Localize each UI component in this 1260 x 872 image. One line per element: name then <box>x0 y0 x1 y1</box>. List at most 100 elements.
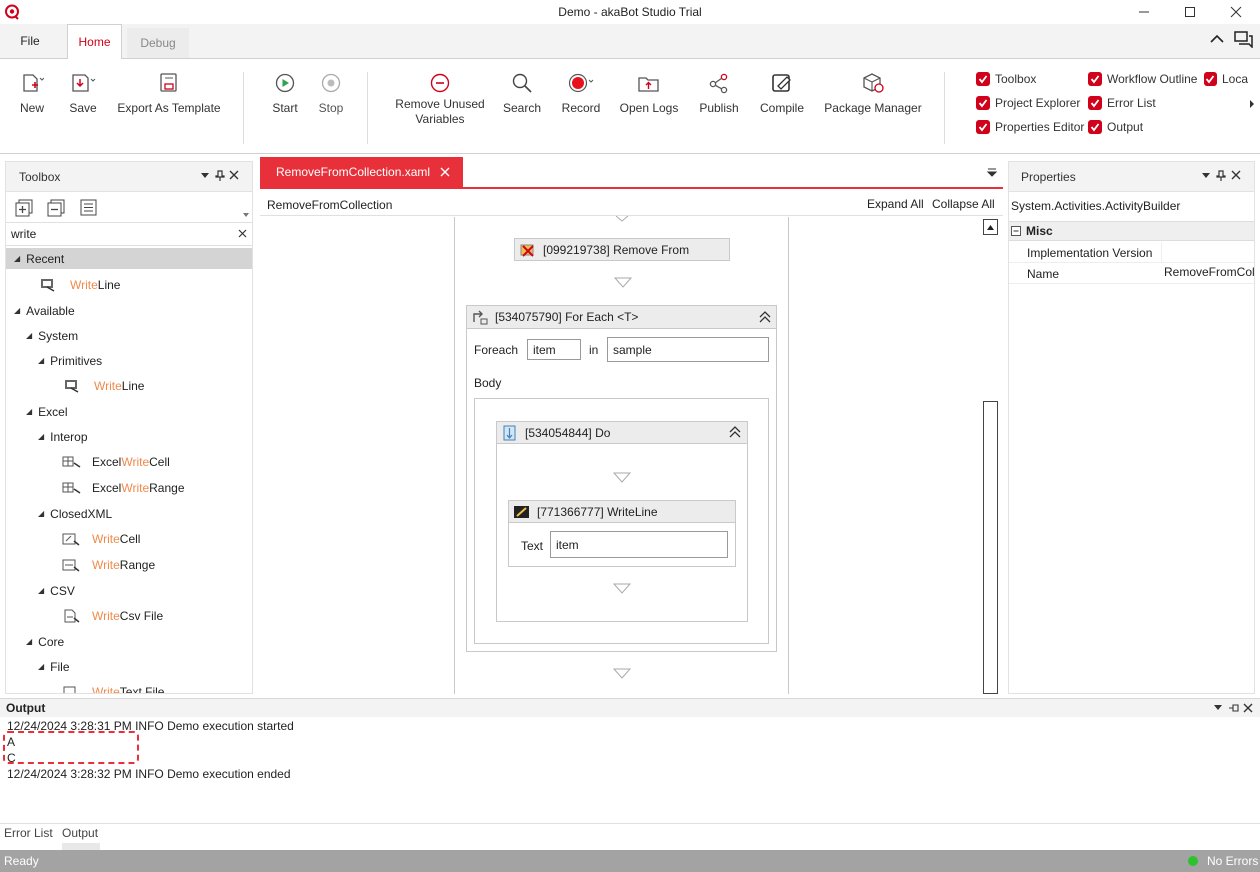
new-button[interactable]: New <box>16 70 48 116</box>
tree-available[interactable]: ◢ Available <box>14 301 75 321</box>
toggle-locals[interactable]: Loca <box>1204 72 1248 86</box>
output-panel: Output 12/24/2024 3:28:31 PM INFO Demo e… <box>0 698 1260 823</box>
toolbox-search-input[interactable]: write <box>6 222 252 246</box>
expand-all-icon[interactable] <box>15 199 33 217</box>
collapse-ribbon-icon[interactable] <box>1210 34 1224 44</box>
toolbox-panel: Toolbox write ◢ Recent Write Line ◢ Availab… <box>5 161 253 694</box>
remove-unused-variables-button[interactable]: Remove Unused Variables <box>392 70 488 127</box>
scroll-up-button[interactable] <box>983 219 998 235</box>
tab-error-list[interactable]: Error List <box>4 826 53 840</box>
panel-menu-icon[interactable] <box>201 173 209 179</box>
panel-menu-icon[interactable] <box>1214 705 1222 711</box>
expanded-triangle-icon: ◢ <box>26 637 33 646</box>
toggle-toolbox-label: Toolbox <box>995 72 1037 86</box>
tree-file[interactable]: ◢ File <box>38 657 70 677</box>
text-file-icon <box>62 685 82 693</box>
tree-primitives[interactable]: ◢ Primitives <box>38 351 102 371</box>
export-as-template-button[interactable]: Export As Template <box>116 70 222 116</box>
collapse-all-link[interactable]: Collapse All <box>932 197 995 211</box>
foreach-title-bar[interactable]: [534075790] For Each <T> <box>466 305 777 329</box>
writeline-title: [771366777] WriteLine <box>537 504 658 519</box>
writeline-text-input[interactable]: item <box>550 531 728 558</box>
tree-csv[interactable]: ◢ CSV <box>38 581 75 601</box>
collapse-chevron-icon[interactable] <box>729 426 741 438</box>
tab-debug[interactable]: Debug <box>127 28 189 58</box>
tree-core[interactable]: ◢ Core <box>26 632 64 652</box>
clear-search-icon[interactable] <box>238 229 247 238</box>
do-title-bar[interactable]: [534054844] Do <box>496 421 748 444</box>
vertical-scrollbar-thumb[interactable] <box>983 401 998 694</box>
document-tab[interactable]: RemoveFromCollection.xaml <box>260 157 463 187</box>
stop-button[interactable]: Stop <box>316 70 346 116</box>
tree-closedxml[interactable]: ◢ ClosedXML <box>38 504 112 524</box>
tree-item-write-csv-file[interactable]: Write Csv File <box>62 606 163 626</box>
pin-icon[interactable] <box>215 170 225 182</box>
collapse-all-icon[interactable] <box>47 199 65 217</box>
close-icon[interactable] <box>1243 703 1253 713</box>
tree-item-writeline[interactable]: Write Line <box>64 376 144 396</box>
toggle-properties-editor[interactable]: Properties Editor <box>976 120 1084 134</box>
foreach-variable-input[interactable]: item <box>527 339 581 360</box>
close-icon[interactable] <box>229 170 239 180</box>
feedback-icon[interactable] <box>1234 30 1254 48</box>
close-icon[interactable] <box>1231 170 1241 180</box>
in-label: in <box>589 343 599 357</box>
collapse-chevron-icon[interactable] <box>759 311 771 323</box>
toggle-output[interactable]: Output <box>1088 120 1143 134</box>
new-label: New <box>19 101 44 115</box>
toggle-workflow-outline[interactable]: Workflow Outline <box>1088 72 1197 86</box>
tab-home[interactable]: Home <box>67 24 122 59</box>
record-button[interactable]: Record <box>560 70 602 116</box>
ribbon-scroll-right-icon[interactable] <box>1249 100 1255 108</box>
writeline-title-bar[interactable]: [771366777] WriteLine <box>508 500 736 523</box>
foreach-label: Foreach <box>474 343 519 357</box>
toggle-error-list[interactable]: Error List <box>1088 96 1156 110</box>
do-title: [534054844] Do <box>525 425 611 440</box>
tree-item-write-cell[interactable]: Write Cell <box>62 529 140 549</box>
save-button[interactable]: Save <box>66 70 100 116</box>
maximize-button[interactable] <box>1178 2 1202 22</box>
compile-button[interactable]: Compile <box>758 70 806 116</box>
minimize-button[interactable] <box>1132 2 1156 22</box>
tree-recent[interactable]: ◢ Recent <box>14 249 64 269</box>
close-tab-icon[interactable] <box>440 167 450 177</box>
tree-system[interactable]: ◢ System <box>26 326 78 346</box>
foreach-collection-input[interactable]: sample <box>607 337 769 362</box>
expand-all-link[interactable]: Expand All <box>867 197 924 211</box>
remove-from-title: [099219738] Remove From <box>543 242 690 257</box>
start-label: Start <box>272 101 298 115</box>
property-row[interactable]: Implementation Version <box>1009 242 1254 263</box>
property-value[interactable]: RemoveFromCol <box>1164 265 1254 279</box>
tab-file[interactable]: File <box>0 24 60 58</box>
search-button[interactable]: Search <box>502 70 542 116</box>
tree-item-excel-write-range[interactable]: Excel Write Range <box>62 478 185 498</box>
close-window-button[interactable] <box>1224 2 1248 22</box>
properties-category-misc[interactable]: Misc <box>1009 221 1254 241</box>
start-button[interactable]: Start <box>270 70 300 116</box>
breadcrumb[interactable]: RemoveFromCollection <box>267 198 392 212</box>
tree-item-write-text-file[interactable]: Write Text File <box>62 682 164 693</box>
open-logs-button[interactable]: Open Logs <box>618 70 680 116</box>
tree-interop[interactable]: ◢ Interop <box>38 427 88 447</box>
tree-item-write-range[interactable]: Write Range <box>62 555 155 575</box>
checkbox-checked-icon <box>1204 72 1217 86</box>
tree-item-recent-writeline[interactable]: Write Line <box>40 275 120 295</box>
tree-excel[interactable]: ◢ Excel <box>26 402 68 422</box>
toggle-toolbox[interactable]: Toolbox <box>976 72 1036 86</box>
highlight-annotation <box>3 731 139 764</box>
pin-icon[interactable] <box>1228 703 1240 713</box>
properties-header: Properties <box>1009 162 1254 192</box>
publish-button[interactable]: Publish <box>696 70 742 116</box>
pin-icon[interactable] <box>1216 170 1226 182</box>
package-manager-button[interactable]: Package Manager <box>822 70 924 116</box>
panel-menu-icon[interactable] <box>1202 173 1210 179</box>
activity-remove-from[interactable]: [099219738] Remove From <box>514 238 730 261</box>
tree-item-excel-write-cell[interactable]: Excel Write Cell <box>62 452 170 472</box>
error-status: No Errors <box>1207 854 1259 868</box>
toggle-project-explorer[interactable]: Project Explorer <box>976 96 1080 110</box>
tab-overflow-icon[interactable] <box>987 168 997 178</box>
tab-output[interactable]: Output <box>62 826 98 840</box>
property-row[interactable]: Name RemoveFromCol <box>1009 263 1254 284</box>
toolbox-header: Toolbox <box>6 162 252 192</box>
list-view-icon[interactable] <box>80 199 98 217</box>
